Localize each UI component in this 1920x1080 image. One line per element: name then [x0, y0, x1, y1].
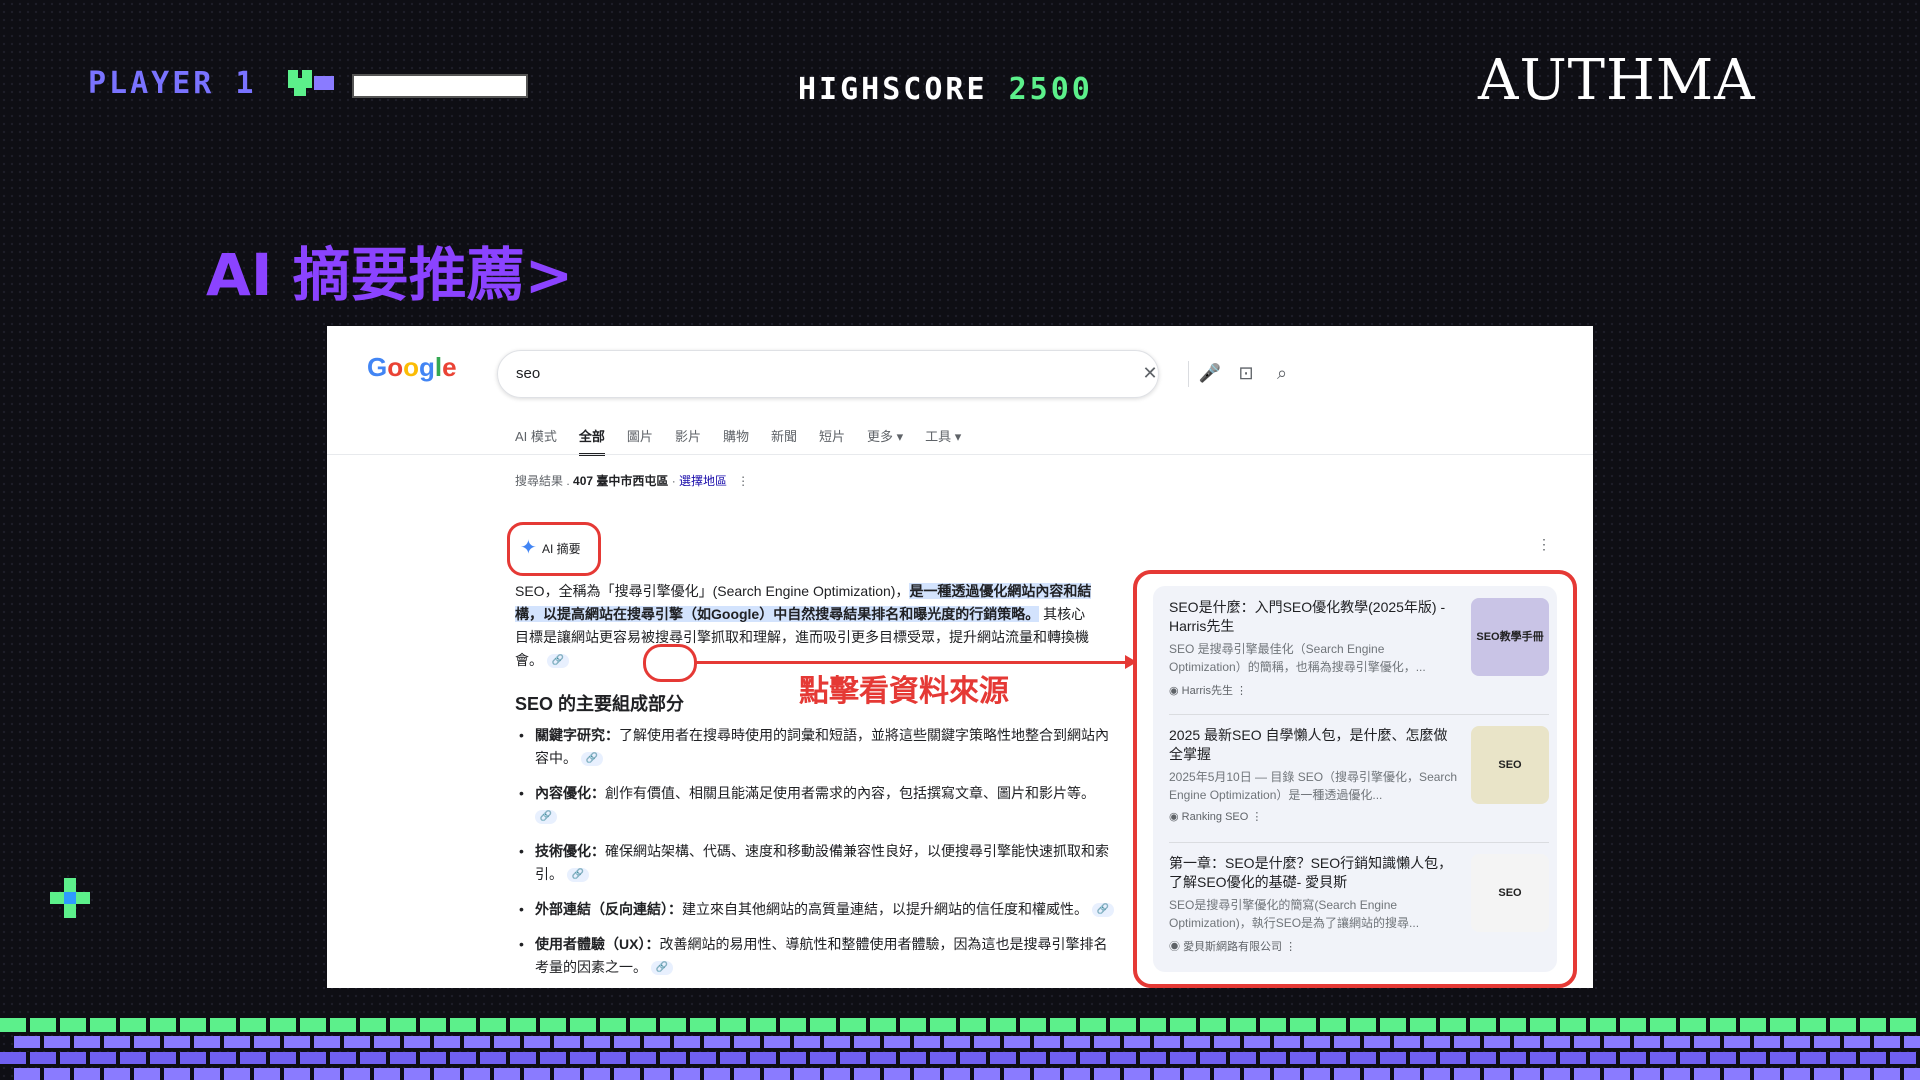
source-site: 愛貝斯網路有限公司	[1183, 941, 1283, 953]
site-icon: ◉	[1169, 941, 1184, 953]
source-title[interactable]: SEO是什麼：入門SEO優化教學(2025年版) - Harris先生	[1169, 598, 1459, 636]
source-card[interactable]: SEO是什麼：入門SEO優化教學(2025年版) - Harris先生 SEO …	[1169, 598, 1549, 698]
tabs-divider	[327, 454, 1593, 455]
heart-icon	[288, 70, 334, 96]
source-title[interactable]: 2025 最新SEO 自學懶人包，是什麼、怎麼做全掌握	[1169, 726, 1459, 764]
source-card[interactable]: 2025 最新SEO 自學懶人包，是什麼、怎麼做全掌握 2025年5月10日 —…	[1169, 726, 1549, 823]
section-title: SEO 的主要組成部分	[515, 694, 685, 714]
ai-overview-badge[interactable]: ✦ AI 摘要	[507, 522, 601, 576]
source-divider	[1169, 714, 1549, 715]
source-divider	[1169, 842, 1549, 843]
list-item: 關鍵字研究：了解使用者在搜尋時使用的詞彙和短語，並將這些關鍵字策略性地整合到網站…	[515, 724, 1115, 770]
source-site: Harris先生	[1181, 685, 1233, 697]
highscore-label: HIGHSCORE	[798, 72, 988, 107]
source-thumbnail[interactable]: SEO教學手冊	[1471, 598, 1549, 676]
source-card[interactable]: 第一章：SEO是什麼？SEO行銷知識懶人包，了解SEO優化的基礎- 愛貝斯 SE…	[1169, 854, 1549, 954]
source-link-icon[interactable]: 🔗	[650, 961, 673, 976]
source-link-icon[interactable]: 🔗	[566, 868, 589, 883]
sources-highlight: SEO是什麼：入門SEO優化教學(2025年版) - Harris先生 SEO …	[1133, 570, 1577, 988]
source-title[interactable]: 第一章：SEO是什麼？SEO行銷知識懶人包，了解SEO優化的基礎- 愛貝斯	[1169, 854, 1459, 892]
callout-arrow	[695, 661, 1127, 664]
source-thumbnail[interactable]: SEO	[1471, 854, 1549, 932]
callout-text: 點擊看資料來源	[799, 675, 1009, 708]
ai-overview-label: AI 摘要	[542, 542, 581, 556]
site-icon: ◉	[1169, 811, 1182, 823]
source-link-icon[interactable]: 🔗	[1091, 903, 1114, 918]
google-logo[interactable]: Google	[367, 352, 457, 383]
source-link-icon[interactable]: 🔗	[546, 654, 569, 669]
search-box[interactable]: seo ✕ 🎤 ⊡ ⌕	[497, 350, 1287, 398]
tab-shorts[interactable]: 短片	[819, 426, 845, 456]
ai-more-icon[interactable]: ⋮	[1537, 536, 1551, 553]
camera-icon[interactable]: ⊡	[1234, 361, 1258, 385]
highscore: HIGHSCORE 2500	[798, 72, 1093, 107]
source-link-icon[interactable]: 🔗	[535, 810, 557, 825]
ai-summary: SEO，全稱為「搜尋引擎優化」(Search Engine Optimizati…	[515, 580, 1095, 672]
location-prefix: 搜尋結果 .	[515, 474, 570, 488]
tab-shopping[interactable]: 購物	[723, 426, 749, 456]
location-value: 407 臺中市西屯區	[573, 474, 669, 488]
list-item: 內容優化：創作有價值、相關且能滿足使用者需求的內容，包括撰寫文章、圖片和影片等。…	[515, 782, 1115, 828]
brand-logo: AUTHMA	[1478, 48, 1756, 113]
source-snippet: 2025年5月10日 — 目錄 SEO（搜尋引擎優化，Search Engine…	[1169, 770, 1458, 802]
slide-title: AI 摘要推薦>	[206, 241, 574, 309]
clear-icon[interactable]: ✕	[1138, 361, 1162, 385]
list-item: 技術優化：確保網站架構、代碼、速度和移動設備兼容性良好，以便搜尋引擎能快速抓取和…	[515, 840, 1115, 886]
highscore-value: 2500	[1008, 72, 1093, 107]
tab-tools[interactable]: 工具 ▾	[925, 426, 961, 456]
site-icon: ◉	[1169, 685, 1182, 697]
source-link-highlight	[643, 644, 697, 682]
source-snippet: SEO是搜尋引擎優化的簡寫(Search Engine Optimization…	[1169, 898, 1420, 930]
list-item: 外部連結（反向連結）：建立來自其他網站的高質量連結，以提升網站的信任度和權威性。…	[515, 898, 1115, 921]
brick-floor	[0, 1018, 1920, 1080]
tab-more[interactable]: 更多 ▾	[867, 426, 903, 456]
choose-region-link[interactable]: 選擇地區	[679, 474, 727, 488]
microphone-icon[interactable]: 🎤	[1198, 361, 1222, 385]
list-item: 使用者體驗（UX）：改善網站的易用性、導航性和整體使用者體驗，因為這也是搜尋引擎…	[515, 933, 1115, 979]
tab-news[interactable]: 新聞	[771, 426, 797, 456]
summary-plain: SEO，全稱為「搜尋引擎優化」(Search Engine Optimizati…	[515, 583, 910, 599]
tab-all[interactable]: 全部	[578, 426, 605, 456]
source-link-icon[interactable]: 🔗	[580, 752, 603, 767]
location-line: 搜尋結果 . 407 臺中市西屯區 · 選擇地區 ⋮	[515, 474, 750, 488]
tab-images[interactable]: 圖片	[627, 426, 653, 456]
source-snippet: SEO 是搜尋引擎最佳化（Search Engine Optimization）…	[1169, 642, 1426, 674]
tab-ai-mode[interactable]: AI 模式	[515, 426, 557, 456]
google-screenshot: Google seo ✕ 🎤 ⊡ ⌕ AI 模式 全部 圖片 影片 購物 新聞 …	[327, 326, 1593, 988]
search-icon[interactable]: ⌕	[1270, 361, 1294, 385]
sources-panel: SEO是什麼：入門SEO優化教學(2025年版) - Harris先生 SEO …	[1153, 586, 1557, 972]
cross-icon	[50, 878, 90, 918]
search-input[interactable]: seo	[516, 365, 540, 382]
health-bar	[352, 74, 528, 98]
search-divider	[1188, 361, 1189, 387]
source-site: Ranking SEO	[1181, 811, 1249, 823]
sparkle-icon: ✦	[520, 537, 537, 559]
components-list: 關鍵字研究：了解使用者在搜尋時使用的詞彙和短語，並將這些關鍵字策略性地整合到網站…	[515, 724, 1115, 988]
source-thumbnail[interactable]: SEO	[1471, 726, 1549, 804]
more-options-icon[interactable]: ⋮	[730, 474, 749, 488]
player-label: PLAYER 1	[88, 66, 257, 101]
search-tabs: AI 模式 全部 圖片 影片 購物 新聞 短片 更多 ▾ 工具 ▾	[515, 426, 961, 456]
tab-videos[interactable]: 影片	[675, 426, 701, 456]
